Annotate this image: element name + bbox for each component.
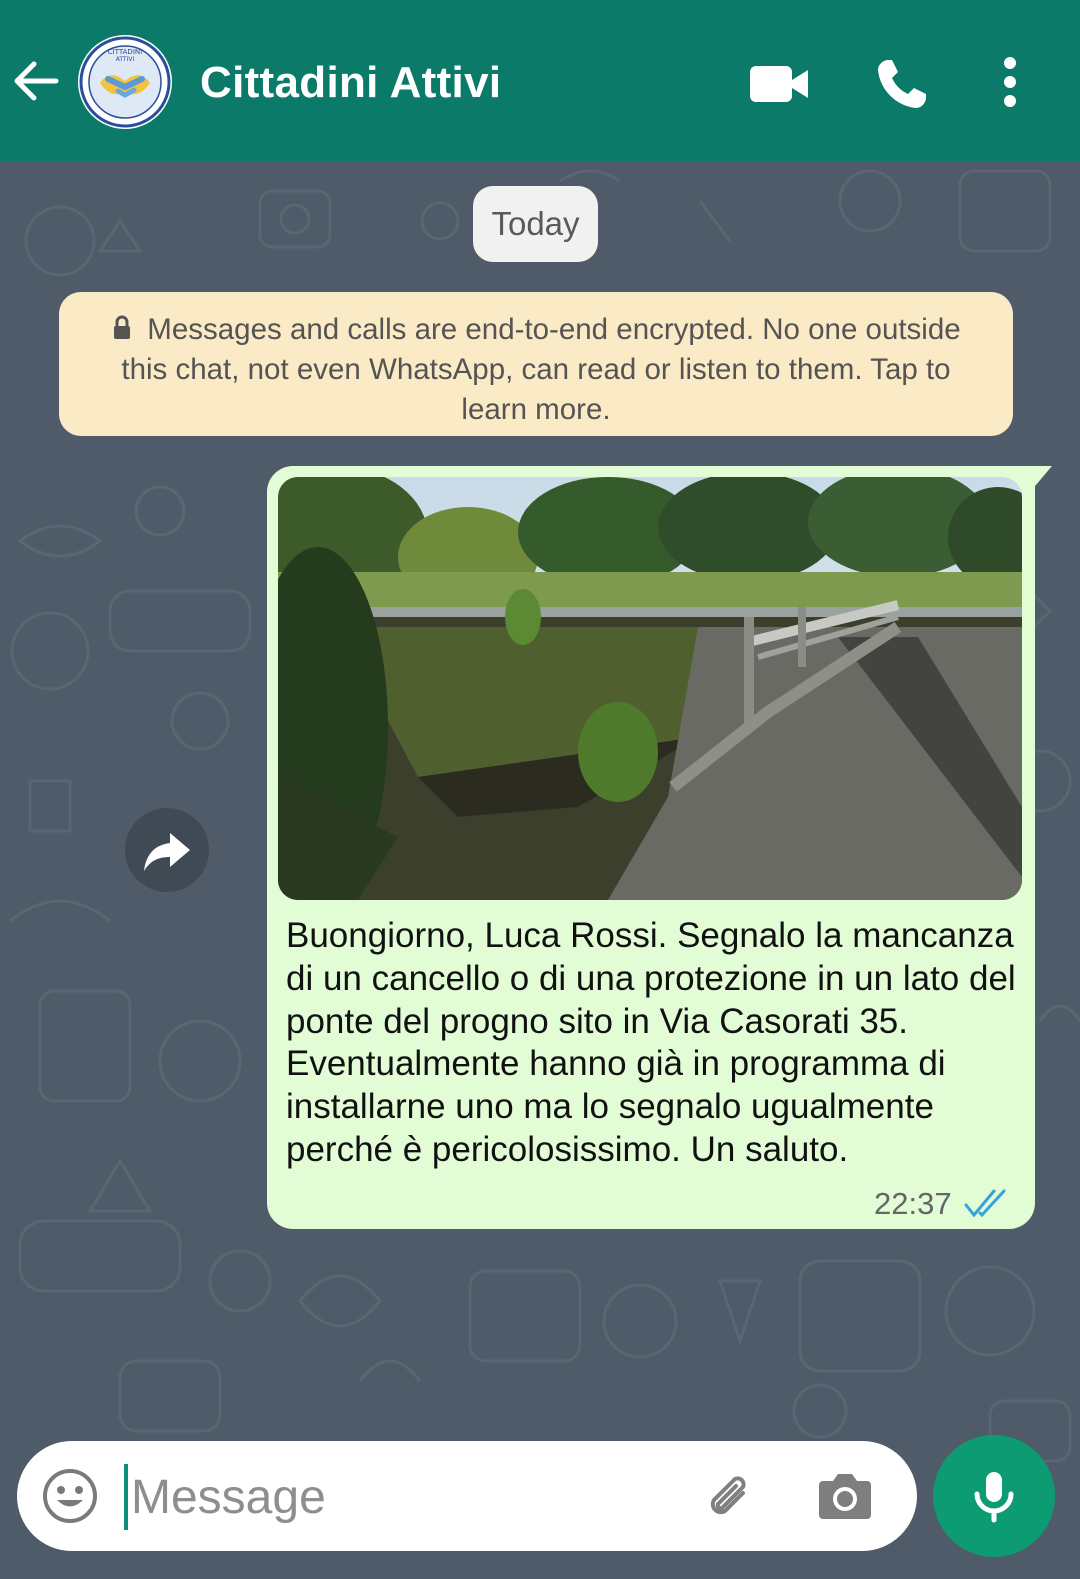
chat-area[interactable]: Today Messages and calls are end-to-end …: [0, 161, 1080, 1579]
video-call-icon[interactable]: [748, 52, 812, 116]
camera-icon[interactable]: [815, 1469, 875, 1523]
outgoing-message-bubble[interactable]: Buongiorno, Luca Rossi. Segnalo la manca…: [267, 466, 1035, 1229]
forward-icon: [144, 833, 190, 871]
text-cursor: [124, 1464, 128, 1530]
svg-text:ATTIVI: ATTIVI: [116, 56, 135, 63]
svg-text:CITTADINI: CITTADINI: [108, 48, 142, 56]
photo-bridge-over-stream: [278, 477, 1022, 900]
message-photo[interactable]: [278, 477, 1022, 900]
message-text: Buongiorno, Luca Rossi. Segnalo la manca…: [286, 916, 1016, 1169]
message-input[interactable]: [129, 1459, 673, 1535]
encryption-notice-text: Messages and calls are end-to-end encryp…: [121, 313, 961, 426]
more-vert-icon[interactable]: [978, 52, 1042, 116]
group-avatar[interactable]: CITTADINI ATTIVI: [78, 35, 172, 129]
lock-icon: [114, 315, 131, 339]
voice-message-button[interactable]: [933, 1435, 1055, 1557]
encryption-notice[interactable]: Messages and calls are end-to-end encryp…: [59, 292, 1013, 436]
attach-icon[interactable]: [703, 1471, 757, 1525]
back-arrow-icon[interactable]: [10, 56, 60, 106]
message-composer: [17, 1441, 917, 1551]
group-logo-icon: CITTADINI ATTIVI: [79, 36, 171, 128]
message-time: 22:37: [874, 1186, 952, 1221]
chat-title[interactable]: Cittadini Attivi: [200, 58, 501, 108]
date-chip: Today: [473, 186, 598, 262]
chat-header: CITTADINI ATTIVI Cittadini Attivi: [0, 0, 1080, 161]
forward-button[interactable]: [125, 808, 209, 892]
phone-icon[interactable]: [870, 52, 934, 116]
emoji-icon[interactable]: [41, 1467, 99, 1525]
mic-icon: [974, 1472, 1014, 1523]
double-check-read-icon: [964, 1189, 1006, 1218]
